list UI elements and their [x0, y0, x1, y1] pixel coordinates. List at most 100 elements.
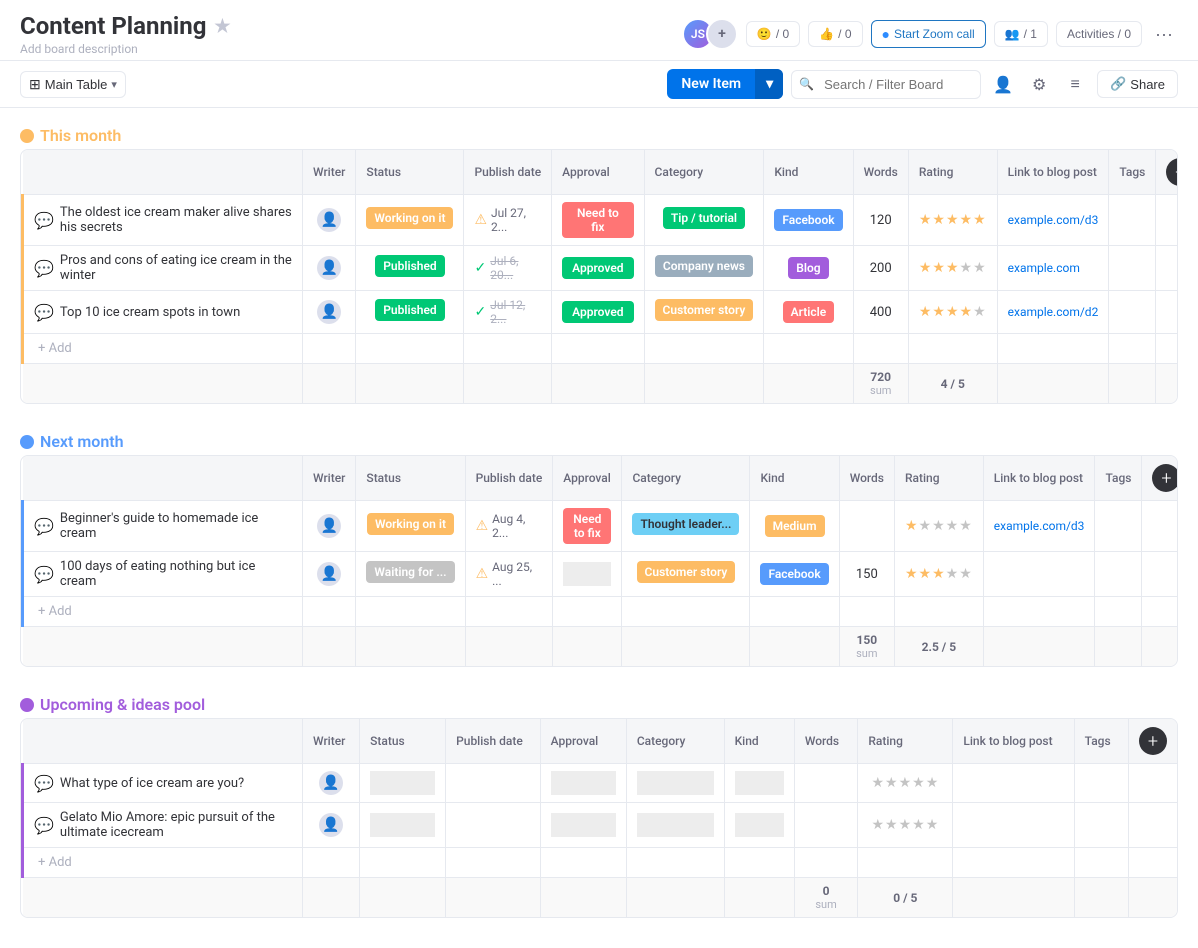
- add-column-button[interactable]: +: [1166, 158, 1178, 186]
- row-rating-cell[interactable]: ★★★★★: [908, 195, 997, 246]
- guests-button[interactable]: 👥 / 1: [994, 21, 1048, 47]
- add-row-cell[interactable]: + Add: [23, 597, 303, 627]
- row-tags-cell[interactable]: [1109, 291, 1156, 334]
- add-column-button[interactable]: +: [1139, 727, 1167, 755]
- row-rating-cell[interactable]: ★★★★★: [908, 246, 997, 291]
- writer-avatar[interactable]: 👤: [319, 771, 343, 795]
- row-category-cell[interactable]: [626, 764, 724, 803]
- comment-icon[interactable]: 💬: [34, 774, 54, 793]
- writer-avatar[interactable]: 👤: [317, 514, 341, 538]
- row-tags-cell[interactable]: [1074, 803, 1128, 848]
- row-publish-cell[interactable]: ⚠Aug 4, 2...: [465, 501, 553, 552]
- row-category-cell[interactable]: Thought leader...: [622, 501, 750, 552]
- row-publish-cell[interactable]: ✓Jul 6, 20...: [464, 246, 552, 291]
- row-status-cell[interactable]: Waiting for ...: [356, 552, 465, 597]
- row-category-cell[interactable]: Company news: [644, 246, 764, 291]
- add-row[interactable]: + Add: [23, 597, 1179, 627]
- row-status-cell[interactable]: Published: [356, 246, 464, 291]
- add-row[interactable]: + Add: [23, 848, 1178, 878]
- filter-icon[interactable]: ≡: [1061, 70, 1089, 98]
- row-rating-cell[interactable]: ★★★★★: [894, 552, 983, 597]
- add-column-button[interactable]: +: [1152, 464, 1178, 492]
- row-publish-cell[interactable]: [446, 764, 541, 803]
- row-tags-cell[interactable]: [1109, 195, 1156, 246]
- new-item-button[interactable]: New Item ▾: [667, 69, 783, 99]
- row-kind-cell[interactable]: [724, 803, 794, 848]
- writer-avatar[interactable]: 👤: [317, 300, 341, 324]
- add-row-cell[interactable]: + Add: [23, 334, 303, 364]
- row-category-cell[interactable]: Customer story: [622, 552, 750, 597]
- th-add-column[interactable]: +: [1128, 719, 1177, 764]
- row-rating-cell[interactable]: ★★★★★: [894, 501, 983, 552]
- person-filter-icon[interactable]: 👤: [989, 70, 1017, 98]
- main-table-button[interactable]: ⊞ Main Table ▾: [20, 71, 126, 98]
- comment-icon[interactable]: 💬: [34, 565, 54, 584]
- th-add-column[interactable]: +: [1142, 456, 1178, 501]
- likes-button[interactable]: 👍 / 0: [808, 21, 862, 47]
- row-kind-cell[interactable]: Article: [764, 291, 853, 334]
- row-kind-cell[interactable]: Facebook: [764, 195, 853, 246]
- blog-link[interactable]: example.com/d3: [1008, 213, 1099, 227]
- settings-icon[interactable]: ⚙: [1025, 70, 1053, 98]
- row-link-cell[interactable]: example.com/d2: [997, 291, 1109, 334]
- row-category-cell[interactable]: Tip / tutorial: [644, 195, 764, 246]
- row-kind-cell[interactable]: [724, 764, 794, 803]
- comment-icon[interactable]: 💬: [34, 517, 54, 536]
- row-link-cell[interactable]: [953, 803, 1074, 848]
- writer-avatar[interactable]: 👤: [317, 208, 341, 232]
- row-publish-cell[interactable]: [446, 803, 541, 848]
- row-status-cell[interactable]: [360, 803, 446, 848]
- avatar-group[interactable]: JS +: [682, 18, 738, 50]
- row-approval-cell[interactable]: [540, 764, 626, 803]
- add-row[interactable]: + Add: [23, 334, 1179, 364]
- row-publish-cell[interactable]: ⚠Jul 27, 2...: [464, 195, 552, 246]
- row-approval-cell[interactable]: Need to fix: [553, 501, 622, 552]
- row-tags-cell[interactable]: [1095, 552, 1142, 597]
- row-link-cell[interactable]: example.com/d3: [997, 195, 1109, 246]
- row-approval-cell[interactable]: Approved: [552, 291, 644, 334]
- row-tags-cell[interactable]: [1109, 246, 1156, 291]
- row-link-cell[interactable]: example.com: [997, 246, 1109, 291]
- blog-link[interactable]: example.com/d3: [994, 519, 1085, 533]
- share-button[interactable]: 🔗 Share: [1097, 70, 1178, 98]
- row-approval-cell[interactable]: Approved: [552, 246, 644, 291]
- row-rating-cell[interactable]: ★★★★★: [908, 291, 997, 334]
- row-status-cell[interactable]: Working on it: [356, 195, 464, 246]
- avatar-plus[interactable]: +: [706, 18, 738, 50]
- comment-icon[interactable]: 💬: [34, 816, 54, 835]
- row-rating-cell[interactable]: ★★★★★: [858, 764, 953, 803]
- row-kind-cell[interactable]: Blog: [764, 246, 853, 291]
- comment-icon[interactable]: 💬: [34, 211, 54, 230]
- add-row-cell[interactable]: + Add: [23, 848, 303, 878]
- row-approval-cell[interactable]: Need to fix: [552, 195, 644, 246]
- row-category-cell[interactable]: [626, 803, 724, 848]
- comment-icon[interactable]: 💬: [34, 303, 54, 322]
- row-status-cell[interactable]: Working on it: [356, 501, 465, 552]
- row-publish-cell[interactable]: ✓Jul 12, 2...: [464, 291, 552, 334]
- row-kind-cell[interactable]: Medium: [750, 501, 839, 552]
- new-item-dropdown-icon[interactable]: ▾: [755, 69, 783, 99]
- more-button[interactable]: ···: [1150, 19, 1178, 50]
- row-category-cell[interactable]: Customer story: [644, 291, 764, 334]
- row-tags-cell[interactable]: [1074, 764, 1128, 803]
- row-link-cell[interactable]: example.com/d3: [983, 501, 1095, 552]
- writer-avatar[interactable]: 👤: [317, 562, 341, 586]
- row-rating-cell[interactable]: ★★★★★: [858, 803, 953, 848]
- reactions-button[interactable]: 🙂 / 0: [746, 21, 800, 47]
- row-approval-cell[interactable]: [553, 552, 622, 597]
- row-status-cell[interactable]: Published: [356, 291, 464, 334]
- row-approval-cell[interactable]: [540, 803, 626, 848]
- blog-link[interactable]: example.com: [1008, 261, 1080, 275]
- activities-button[interactable]: Activities / 0: [1056, 21, 1142, 47]
- comment-icon[interactable]: 💬: [34, 259, 54, 278]
- search-input[interactable]: [791, 70, 981, 99]
- blog-link[interactable]: example.com/d2: [1008, 305, 1099, 319]
- row-tags-cell[interactable]: [1095, 501, 1142, 552]
- row-status-cell[interactable]: [360, 764, 446, 803]
- row-link-cell[interactable]: [983, 552, 1095, 597]
- writer-avatar[interactable]: 👤: [317, 256, 341, 280]
- th-add-column[interactable]: +: [1156, 150, 1178, 195]
- board-description[interactable]: Add board description: [20, 42, 231, 56]
- writer-avatar[interactable]: 👤: [319, 813, 343, 837]
- zoom-button[interactable]: ● Start Zoom call: [871, 20, 986, 48]
